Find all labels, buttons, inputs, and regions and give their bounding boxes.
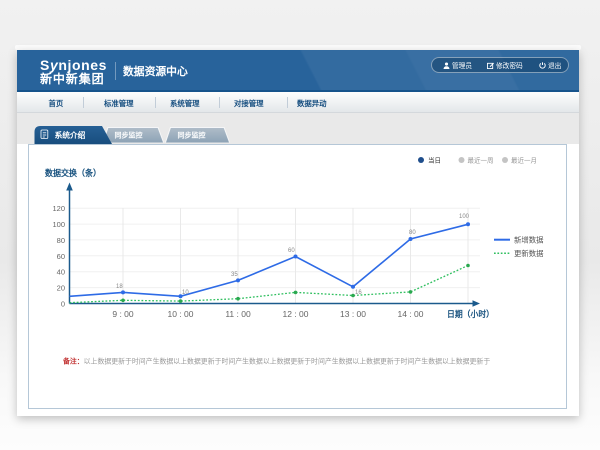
svg-text:系统介绍: 系统介绍: [55, 130, 86, 140]
svg-text:最近一周: 最近一周: [468, 156, 494, 165]
svg-text:数据交换（条）: 数据交换（条）: [45, 167, 101, 178]
svg-text:更新数据: 更新数据: [514, 249, 544, 258]
svg-text:120: 120: [52, 204, 65, 213]
svg-text:新增数据: 新增数据: [514, 236, 544, 245]
svg-text:9 : 00: 9 : 00: [112, 309, 134, 319]
svg-text:12 : 00: 12 : 00: [283, 309, 309, 319]
svg-text:18: 18: [116, 284, 123, 290]
svg-text:40: 40: [57, 268, 65, 277]
svg-text:13 : 00: 13 : 00: [340, 309, 366, 319]
svg-text:同步监控: 同步监控: [178, 131, 206, 140]
svg-text:同步监控: 同步监控: [115, 131, 143, 140]
svg-text:当日: 当日: [428, 156, 441, 165]
svg-text:20: 20: [57, 284, 65, 293]
svg-text:60: 60: [57, 252, 65, 261]
svg-text:14 : 00: 14 : 00: [398, 309, 424, 319]
svg-text:35: 35: [231, 272, 238, 278]
svg-text:最近一月: 最近一月: [511, 156, 537, 165]
svg-text:备注：以上数据更新于时间产生数据以上数据更新于时间产生数据以: 备注：以上数据更新于时间产生数据以上数据更新于时间产生数据以上数据更新于时间产生…: [62, 357, 490, 366]
svg-text:80: 80: [57, 236, 65, 245]
svg-text:100: 100: [52, 220, 65, 229]
svg-text:100: 100: [459, 214, 470, 220]
svg-text:16: 16: [355, 290, 362, 296]
svg-text:10 : 00: 10 : 00: [168, 309, 194, 319]
svg-text:60: 60: [288, 248, 295, 254]
svg-text:80: 80: [409, 230, 416, 236]
svg-text:0: 0: [61, 300, 65, 309]
svg-text:11 : 00: 11 : 00: [225, 309, 251, 319]
svg-text:10: 10: [182, 290, 189, 296]
svg-text:日期（小时）: 日期（小时）: [447, 308, 494, 319]
